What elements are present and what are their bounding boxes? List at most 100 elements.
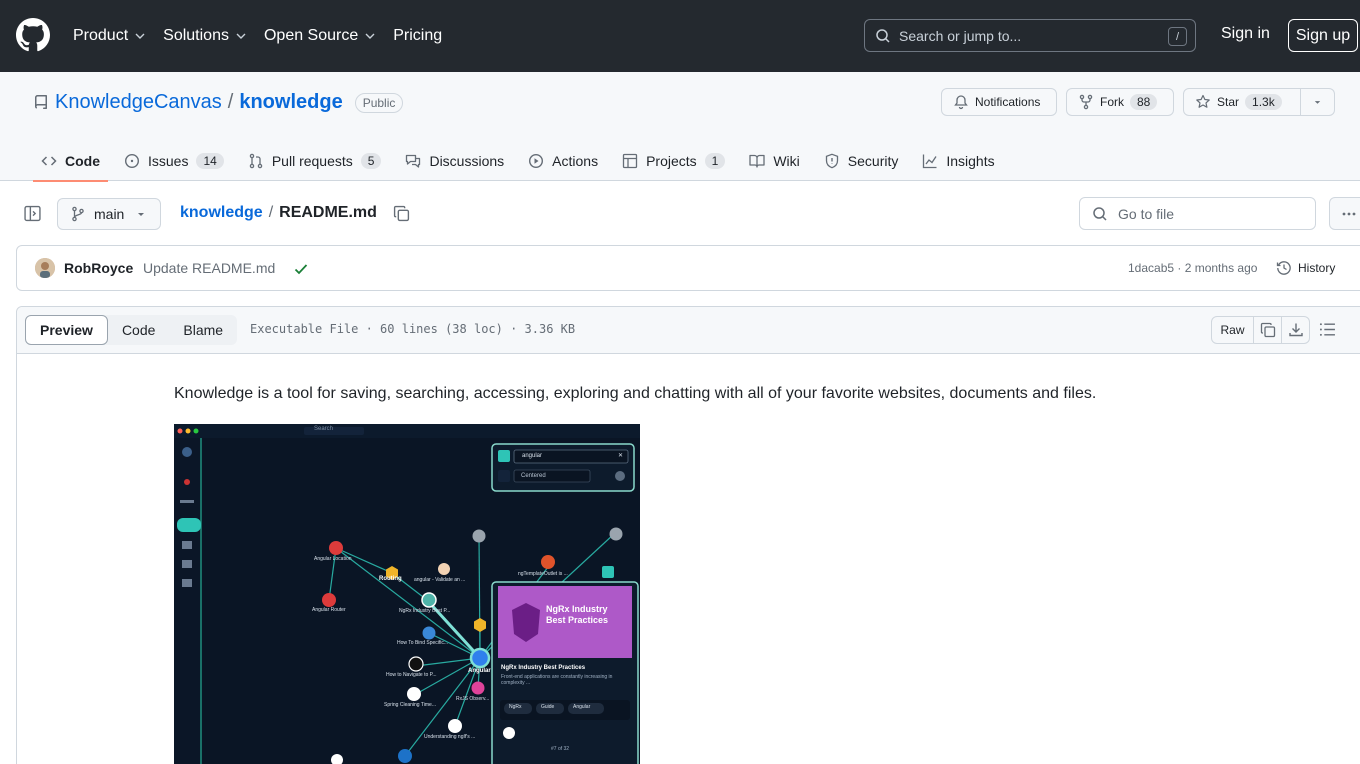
node-ngtemplateoutlet [541, 555, 555, 569]
node-how-to-bind [422, 626, 436, 640]
preview-button[interactable]: Preview [25, 315, 108, 345]
code-icon [41, 155, 57, 166]
node-blue-bottom [398, 749, 412, 763]
tab-code[interactable]: Code [33, 140, 108, 182]
tab-label: Actions [552, 152, 599, 169]
search-shortcut-key: / [1168, 27, 1187, 46]
nav-label: Open Source [263, 27, 359, 44]
branch-name: main [94, 206, 125, 222]
tab-actions[interactable]: Actions [520, 140, 606, 181]
global-header: Product Solutions Open Source Pricing Se… [0, 0, 1360, 72]
copy-raw-button[interactable] [1254, 316, 1282, 344]
sign-in-link[interactable]: Sign in [1221, 25, 1270, 43]
node-label: NgRx Industry Best P... [399, 608, 451, 614]
node-gray-1 [472, 529, 486, 543]
node-label: Spring Cleaning Time... [384, 702, 436, 708]
raw-button[interactable]: Raw [1211, 316, 1254, 344]
caret-down-icon [1314, 101, 1321, 104]
node-label: Angular [468, 668, 491, 674]
history-icon [1276, 261, 1291, 275]
nav-product[interactable]: Product [73, 27, 146, 45]
tab-projects[interactable]: Projects 1 [614, 140, 733, 181]
blame-button[interactable]: Blame [169, 315, 237, 345]
tab-label: Issues [148, 152, 189, 169]
tab-security[interactable]: Security [816, 140, 907, 181]
node-angular-location [329, 541, 343, 555]
screenshot-search-clear-icon: ✕ [618, 453, 624, 459]
node-label: RxJS Observ... [456, 696, 490, 702]
star-label: Star [1217, 95, 1240, 109]
nav-label: Pricing [393, 27, 443, 44]
star-count: 1.3k [1245, 94, 1282, 110]
star-icon [1196, 94, 1210, 108]
notifications-button[interactable]: Notifications [941, 88, 1057, 116]
copy-icon[interactable] [393, 205, 410, 222]
history-button[interactable]: History [1276, 260, 1335, 276]
commit-message-link[interactable]: Update README.md [143, 260, 275, 276]
repo-name-link[interactable]: knowledge [239, 91, 342, 114]
search-icon [876, 28, 890, 43]
screenshot-top-search: Search [314, 426, 334, 432]
graph-nav-icon [177, 518, 201, 532]
list-icon [1319, 323, 1335, 336]
nav-solutions[interactable]: Solutions [163, 27, 247, 45]
tab-label: Security [847, 152, 899, 169]
search-placeholder: Search or jump to... [899, 27, 1022, 44]
card-banner-text: NgRx Industry Best Practices [546, 604, 609, 625]
check-icon[interactable] [293, 261, 309, 277]
outline-button[interactable] [1319, 321, 1336, 338]
card-tag: Angular [573, 704, 591, 710]
star-button[interactable]: Star 1.3k [1183, 88, 1301, 116]
node-label: angular - Validate an ... [414, 577, 466, 583]
repo-actions: Notifications Fork 88 Star 1.3k [941, 88, 1335, 116]
tab-discussions[interactable]: Discussions [397, 140, 512, 181]
repo-icon [34, 94, 47, 109]
tab-insights[interactable]: Insights [914, 140, 1002, 181]
fork-button[interactable]: Fork 88 [1066, 88, 1174, 116]
github-logo-icon[interactable] [16, 18, 50, 52]
notifications-label: Notifications [975, 95, 1041, 109]
node-label: Routing [379, 576, 402, 582]
chevron-down-icon [135, 33, 145, 39]
repo-separator: / [227, 91, 234, 113]
sign-up-button[interactable]: Sign up [1288, 19, 1358, 52]
window-max-dot [193, 428, 199, 434]
repo-tabs: Code Issues 14 Pull requests 5 Discussio… [33, 140, 1011, 182]
node-dev [408, 656, 424, 672]
breadcrumb-file: README.md [279, 204, 377, 221]
file-view-header: Preview Code Blame Executable File · 60 … [17, 307, 1360, 354]
code-view-button[interactable]: Code [108, 315, 169, 345]
card-pager: #7 of 32 [551, 746, 570, 752]
download-button[interactable] [1282, 316, 1310, 344]
db-icon [182, 579, 192, 587]
breadcrumb-repo-link[interactable]: knowledge [180, 204, 263, 222]
grid-icon [182, 541, 192, 549]
tab-count: 14 [196, 152, 224, 169]
chevron-down-icon [365, 33, 375, 39]
star-dropdown-button[interactable] [1301, 88, 1335, 116]
global-search-input[interactable]: Search or jump to... / [864, 19, 1196, 52]
repo-header: KnowledgeCanvas / knowledge Public Notif… [0, 72, 1360, 182]
chevron-down-icon [236, 33, 246, 39]
latest-commit-box: RobRoyce Update README.md 1dacab5 · 2 mo… [16, 245, 1360, 291]
nav-pricing[interactable]: Pricing [393, 27, 442, 45]
go-to-file-input[interactable]: Go to file [1079, 197, 1316, 230]
tab-pull-requests[interactable]: Pull requests 5 [240, 140, 390, 181]
commit-meta[interactable]: 1dacab5 · 2 months ago [1128, 261, 1257, 275]
issue-icon [124, 153, 140, 168]
fork-label: Fork [1100, 95, 1124, 109]
avatar[interactable] [35, 258, 55, 278]
tab-wiki[interactable]: Wiki [741, 140, 807, 181]
more-options-button[interactable] [1329, 197, 1360, 230]
node-rxjs-observable [471, 681, 485, 695]
file-view: Preview Code Blame Executable File · 60 … [16, 306, 1360, 764]
repo-owner-link[interactable]: KnowledgeCanvas [55, 91, 222, 114]
nav-open-source[interactable]: Open Source [264, 27, 376, 45]
card-tag: NgRx [509, 704, 522, 710]
commit-author-link[interactable]: RobRoyce [64, 260, 133, 276]
tab-issues[interactable]: Issues 14 [116, 140, 232, 181]
branch-icon [72, 206, 84, 222]
bell-icon [954, 95, 968, 110]
sidebar-toggle-button[interactable] [24, 205, 41, 222]
branch-selector[interactable]: main [57, 198, 161, 230]
